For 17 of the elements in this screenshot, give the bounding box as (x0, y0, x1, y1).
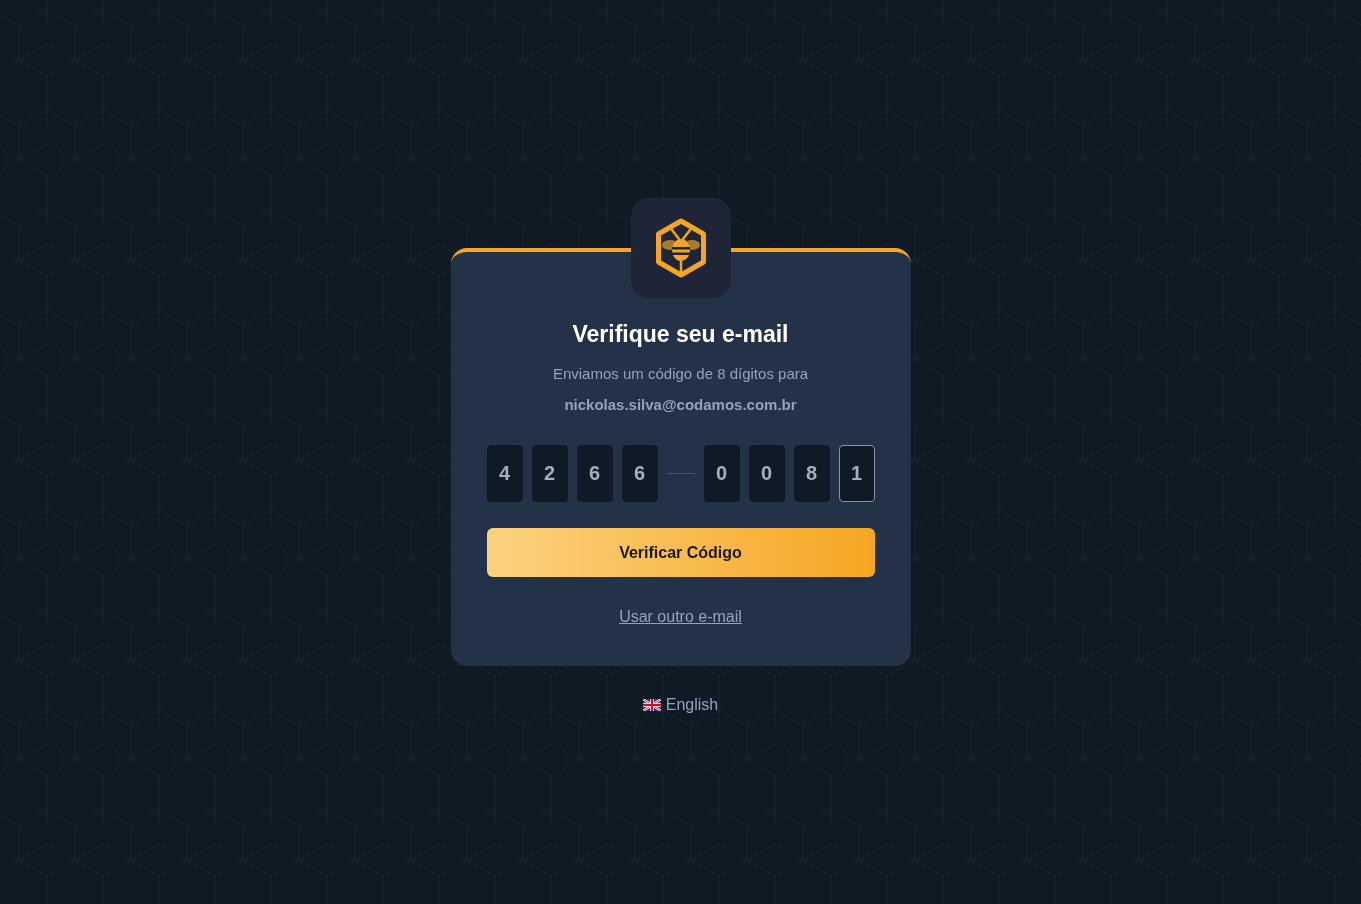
verify-code-button[interactable]: Verificar Código (486, 528, 875, 577)
code-digit-input[interactable]: 4 (486, 445, 523, 502)
code-digit-input[interactable]: 1 (838, 445, 875, 502)
code-digit-input[interactable]: 8 (793, 445, 830, 502)
code-digit-input[interactable]: 0 (748, 445, 785, 502)
bee-hexagon-logo-icon (654, 218, 707, 278)
code-digit-input[interactable]: 6 (621, 445, 658, 502)
language-selector[interactable]: English (665, 694, 719, 716)
subtitle-text: Enviamos um código de 8 dígitos para (552, 364, 809, 384)
card-title: Verifique seu e-mail (572, 320, 789, 349)
code-digit-input[interactable]: 0 (703, 445, 740, 502)
email-address: nickolas.silva@codamos.com.br (564, 395, 797, 415)
code-digit-input[interactable]: 6 (576, 445, 613, 502)
code-separator (666, 473, 695, 474)
uk-flag-icon (642, 699, 661, 711)
code-digit-input[interactable]: 2 (531, 445, 568, 502)
other-email-link[interactable]: Usar outro e-mail (619, 606, 742, 628)
